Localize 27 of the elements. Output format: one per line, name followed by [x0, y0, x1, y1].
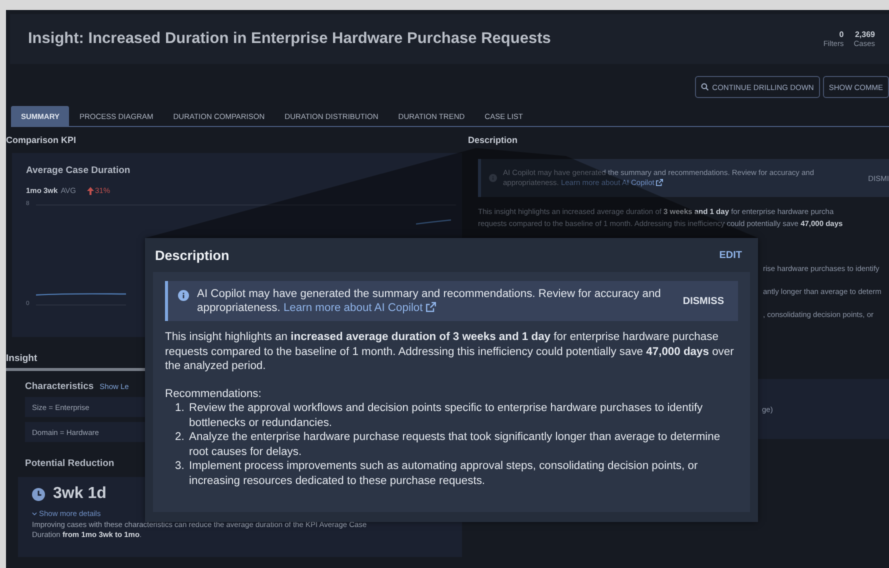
recommendation-text: Implement process improvements such as automating approval steps, consolidating decision points, or increasing resources dedicated to these purchase requests. [189, 459, 699, 488]
subsection-heading: Characteristics [25, 381, 94, 392]
info-icon [178, 290, 189, 301]
card-title: Average Case Duration [26, 164, 132, 176]
stat-value: 0 [839, 30, 844, 39]
stat-value: 2,369 [854, 30, 875, 39]
reduction-value: 3wk 1d [53, 485, 106, 503]
external-link-icon [426, 302, 436, 312]
search-icon [701, 83, 710, 91]
list-number: 3. [175, 459, 186, 474]
chevron-down-icon [32, 512, 37, 516]
info-icon [489, 174, 497, 182]
line-segment-drawing [416, 219, 452, 225]
edit-button[interactable]: EDIT [719, 250, 742, 260]
section-heading: Comparison KPI [6, 135, 78, 147]
list-number: 2. [175, 430, 186, 445]
page-title: Insight: Increased Duration in Enterprise Hardware Purchase Requests [28, 30, 552, 48]
section-heading: Description [468, 135, 519, 147]
learn-more-link[interactable]: Learn more about AI Copilot [283, 302, 436, 314]
subsection-heading: Potential Reduction [25, 458, 114, 469]
dialog-title: Description [155, 248, 230, 262]
dismiss-button[interactable]: DISMISS [682, 296, 724, 306]
up-arrow-icon [86, 186, 94, 194]
clock-icon [32, 488, 45, 500]
external-link-icon [656, 179, 664, 186]
notice-text: AI Copilot may have generated the summary and recommendations. Review for accuracy and appropriateness. Learn more about AI Copilot [197, 287, 662, 315]
list-number: 1. [175, 401, 186, 416]
